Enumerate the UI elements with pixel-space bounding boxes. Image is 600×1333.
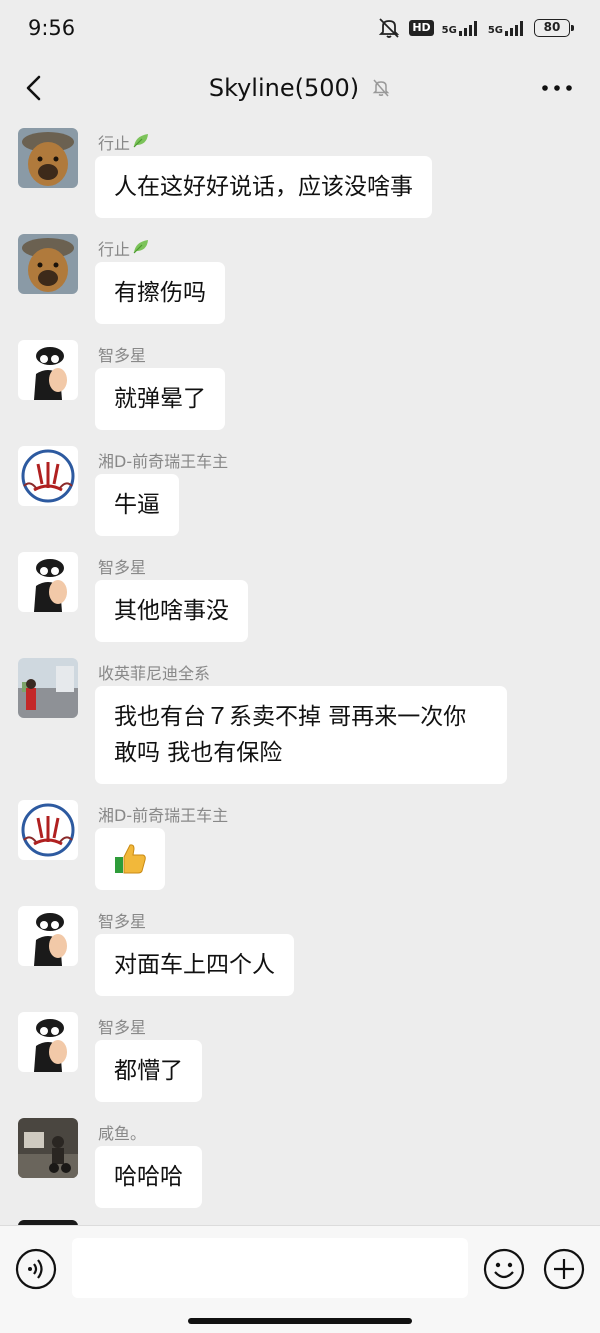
sender-name-text: 收英菲尼迪全系: [98, 664, 211, 683]
sender-name: 收英菲尼迪全系: [98, 660, 210, 684]
sender-name-text: 智多星: [98, 1018, 147, 1037]
message-bubble[interactable]: 有擦伤吗: [95, 262, 225, 324]
emoji-button[interactable]: [483, 1248, 525, 1290]
signal-strength-icon: [504, 20, 526, 36]
dog-avatar[interactable]: [18, 234, 78, 294]
sender-name-text: 行止: [98, 134, 131, 153]
plus-icon: [543, 1248, 585, 1290]
dog-avatar[interactable]: [18, 128, 78, 188]
sketch-man-avatar[interactable]: [18, 340, 78, 400]
sender-name: 智多星: [98, 554, 146, 578]
leaf-icon: [132, 237, 150, 259]
home-indicator[interactable]: [188, 1318, 412, 1324]
sender-name: 行止: [98, 130, 150, 154]
street-photo-avatar[interactable]: [18, 658, 78, 718]
sender-name: 咸鱼。: [98, 1120, 146, 1144]
voice-input-button[interactable]: [15, 1248, 57, 1290]
chevron-left-icon: [26, 75, 41, 101]
voice-icon: [15, 1248, 57, 1290]
sender-name-text: 智多星: [98, 346, 147, 365]
sender-name: 行止: [98, 236, 150, 260]
message-bubble[interactable]: 对面车上四个人: [95, 934, 294, 996]
status-time: 9:56: [28, 16, 76, 40]
motorbike-photo-avatar[interactable]: [18, 1118, 78, 1178]
sender-name-text: 行止: [98, 240, 131, 259]
sender-name-text: 湘D-前奇瑞王车主: [98, 452, 229, 471]
sketch-man-avatar[interactable]: [18, 906, 78, 966]
message-bubble[interactable]: 其他啥事没: [95, 580, 248, 642]
chat-header: Skyline(500): [0, 56, 600, 120]
silent-mode-icon: [377, 17, 401, 39]
more-functions-button[interactable]: [543, 1248, 585, 1290]
sketch-man-avatar[interactable]: [18, 552, 78, 612]
back-button[interactable]: [20, 72, 50, 104]
status-icons: HD 5G 5G 80: [377, 17, 574, 39]
signal-group-1: 5G: [442, 20, 480, 36]
signal-strength-icon: [458, 20, 480, 36]
network-type-label: 5G: [487, 25, 503, 36]
message-bubble[interactable]: [95, 828, 165, 890]
sender-name: 湘D-前奇瑞王车主: [98, 802, 228, 826]
smiley-icon: [483, 1248, 525, 1290]
sender-name-text: 咸鱼。: [98, 1124, 147, 1143]
hd-voice-badge: HD: [409, 20, 434, 36]
sender-name-text: 智多星: [98, 558, 147, 577]
sender-name-text: 湘D-前奇瑞王车主: [98, 806, 229, 825]
message-bubble[interactable]: 都懵了: [95, 1040, 202, 1102]
message-bubble[interactable]: 我也有台７系卖不掉 哥再来一次你敢吗 我也有保险: [95, 686, 507, 784]
sender-name: 智多星: [98, 342, 146, 366]
input-bar: [0, 1225, 600, 1333]
muted-bell-icon: [371, 78, 391, 98]
message-bubble[interactable]: 牛逼: [95, 474, 179, 536]
battery-indicator: 80: [534, 19, 574, 37]
thumbs-up-emoji: [113, 841, 147, 877]
sender-name-text: 智多星: [98, 912, 147, 931]
seal-logo-avatar[interactable]: [18, 800, 78, 860]
seal-logo-avatar[interactable]: [18, 446, 78, 506]
chat-title: Skyline(500): [208, 74, 360, 102]
message-bubble[interactable]: 人在这好好说话，应该没啥事: [95, 156, 432, 218]
network-type-label: 5G: [441, 25, 457, 36]
message-bubble[interactable]: 就弹晕了: [95, 368, 225, 430]
signal-group-2: 5G: [488, 20, 526, 36]
more-options-button[interactable]: [540, 76, 574, 100]
message-bubble[interactable]: 哈哈哈: [95, 1146, 202, 1208]
status-bar: 9:56 HD 5G 5G 80: [0, 0, 600, 56]
ellipsis-icon: [542, 85, 572, 91]
sender-name: 湘D-前奇瑞王车主: [98, 448, 228, 472]
sketch-man-avatar[interactable]: [18, 1012, 78, 1072]
message-input[interactable]: [72, 1238, 468, 1298]
message-list[interactable]: 行止 人在这好好说话，应该没啥事 行止 有擦伤吗 智多星 就弹晕了 湘D-前奇瑞…: [0, 120, 600, 1225]
title-wrap: Skyline(500): [209, 74, 391, 102]
sender-name: 智多星: [98, 1014, 146, 1038]
sender-name: 智多星: [98, 908, 146, 932]
leaf-icon: [132, 131, 150, 153]
